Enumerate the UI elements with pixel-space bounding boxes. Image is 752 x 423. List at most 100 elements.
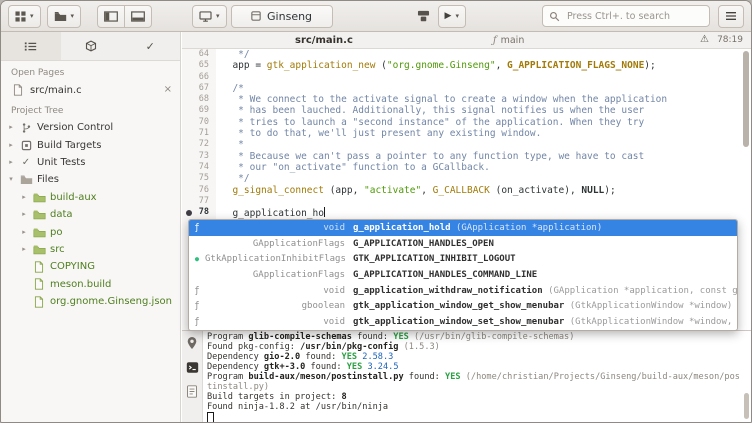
- terminal-tab[interactable]: [186, 361, 199, 374]
- tree-item-meson-build[interactable]: meson.build: [1, 276, 180, 293]
- omnibar-project-button[interactable]: Ginseng: [231, 5, 333, 28]
- tree-item-copying[interactable]: COPYING: [1, 258, 180, 275]
- expander-icon[interactable]: ▸: [7, 124, 15, 131]
- completion-return-type: void: [205, 317, 345, 327]
- tree-item-version-control[interactable]: ▸ Version Control: [1, 119, 180, 136]
- messages-tab[interactable]: [186, 336, 198, 350]
- gnome-builder-window: ▾ ▾ ▾ Ginseng ▶ ▾: [0, 0, 752, 423]
- tree-item-build-targets[interactable]: ▸Build Targets: [1, 136, 180, 153]
- line-number: 77: [182, 196, 216, 207]
- completion-row[interactable]: ƒvoidg_application_withdraw_notification…: [189, 283, 737, 299]
- tree-item-unit-tests[interactable]: ▸✓Unit Tests: [1, 154, 180, 171]
- code-line[interactable]: 74 * our "on_activate" function to a GCa…: [182, 162, 751, 173]
- line-number: 71: [182, 128, 216, 139]
- display-icon: [199, 11, 212, 22]
- text-cursor: [324, 207, 325, 217]
- expander-icon[interactable]: ▸: [20, 194, 28, 201]
- completion-name: G_APPLICATION_HANDLES_OPEN: [353, 239, 494, 249]
- tree-item-label: build-aux: [50, 192, 97, 203]
- search-input[interactable]: [565, 10, 703, 23]
- expander-icon[interactable]: ▸: [20, 229, 28, 236]
- tree-item-org-gnome-ginseng-json[interactable]: org.gnome.Ginseng.json: [1, 293, 180, 310]
- tree-item-po[interactable]: ▸ po: [1, 223, 180, 240]
- code-line[interactable]: 77: [182, 196, 751, 207]
- code-text: * tries to launch a "second instance" of…: [216, 117, 644, 128]
- tree-item-files[interactable]: ▾Files: [1, 171, 180, 188]
- code-line[interactable]: 72 *: [182, 139, 751, 150]
- code-line[interactable]: 75 */: [182, 173, 751, 184]
- code-line[interactable]: 70 * tries to launch a "second instance"…: [182, 117, 751, 128]
- tests-tab[interactable]: ✓: [120, 32, 180, 60]
- line-number: 68: [182, 94, 216, 105]
- tree-item-label: po: [50, 227, 62, 238]
- device-selector-button[interactable]: ▾: [192, 5, 227, 28]
- code-line[interactable]: 68 * We connect to the activate signal t…: [182, 94, 751, 105]
- tree-item-build-aux[interactable]: ▸ build-aux: [1, 189, 180, 206]
- primary-menu-button[interactable]: [718, 5, 744, 28]
- tree-item-src[interactable]: ▸src: [1, 241, 180, 258]
- project-icon: [251, 11, 261, 21]
- completion-row[interactable]: GApplicationFlags G_APPLICATION_HANDLES_O…: [189, 236, 737, 252]
- project-tree-tab[interactable]: [1, 32, 61, 60]
- func-icon: ƒ: [189, 317, 205, 327]
- output-scrollbar[interactable]: [744, 393, 749, 419]
- code-line[interactable]: 78 g_application_ho: [182, 207, 751, 218]
- completion-row[interactable]: ●GtkApplicationInhibitFlagsGTK_APPLICATI…: [189, 251, 737, 267]
- tree-item-label: Version Control: [37, 122, 113, 133]
- completion-return-type: void: [205, 223, 345, 233]
- code-line[interactable]: 65 app = gtk_application_new ("org.gnome…: [182, 60, 751, 71]
- terminal-cursor: [207, 412, 214, 422]
- code-line[interactable]: 73 * Because we can't pass a pointer to …: [182, 151, 751, 162]
- warning-icon[interactable]: ⚠: [700, 35, 709, 45]
- open-document-button[interactable]: ▾: [47, 5, 82, 28]
- code-text: app = gtk_application_new ("org.gnome.Gi…: [216, 60, 656, 71]
- build-button[interactable]: [413, 5, 434, 28]
- code-line[interactable]: 69 * has been lauched. Additionally, thi…: [182, 105, 751, 116]
- build-output[interactable]: Program glib-compile-schemas found: YES …: [203, 331, 751, 422]
- code-line[interactable]: 71 * to do that, we'll just present any …: [182, 128, 751, 139]
- completion-params: (GtkApplicationWindow *window): [564, 301, 732, 311]
- expander-icon[interactable]: ▸: [7, 159, 15, 166]
- code-line[interactable]: 64 */: [182, 49, 751, 60]
- run-button[interactable]: ▶ ▾: [438, 5, 466, 28]
- code-line[interactable]: 67 /*: [182, 83, 751, 94]
- completion-row[interactable]: ƒgbooleangtk_application_window_get_show…: [189, 298, 737, 314]
- file-icon: [32, 278, 46, 290]
- expander-icon[interactable]: ▸: [20, 211, 28, 218]
- search-icon: [549, 11, 560, 22]
- expander-icon[interactable]: ▸: [20, 246, 28, 253]
- completion-row[interactable]: ƒvoidg_application_hold (GApplication *a…: [189, 220, 737, 236]
- completion-params: (GtkApplicationWindow *window, gboolean …: [564, 317, 737, 327]
- symbol-context-button[interactable]: ƒ main: [493, 35, 524, 46]
- folder-green-icon: [32, 209, 46, 220]
- completion-return-type: GApplicationFlags: [205, 239, 345, 249]
- build-log-tab[interactable]: [186, 385, 198, 398]
- completion-row[interactable]: ƒvoidgtk_application_window_set_show_men…: [189, 314, 737, 330]
- enum-icon: ●: [189, 255, 205, 263]
- build-config-tab[interactable]: [61, 32, 121, 60]
- editor-scrollbar[interactable]: [743, 51, 749, 147]
- target-icon: [19, 140, 33, 151]
- line-number: 76: [182, 185, 216, 196]
- surface-switcher-button[interactable]: ▾: [8, 5, 41, 28]
- line-number: 67: [182, 83, 216, 94]
- line-number: 73: [182, 151, 216, 162]
- tree-item-data[interactable]: ▸data: [1, 206, 180, 223]
- toggle-left-panel-button[interactable]: [97, 5, 125, 28]
- completion-row[interactable]: GApplicationFlagsG_APPLICATION_HANDLES_C…: [189, 267, 737, 283]
- toggle-bottom-panel-button[interactable]: [124, 5, 152, 28]
- open-page-item[interactable]: src/main.c ×: [1, 81, 180, 99]
- editor-area: src/main.c ƒ main ⚠ 78:19 64 */65 app = …: [182, 32, 751, 422]
- code-line[interactable]: 76 g_signal_connect (app, "activate", G_…: [182, 185, 751, 196]
- close-icon[interactable]: ×: [164, 85, 172, 95]
- global-search[interactable]: [542, 5, 710, 27]
- expander-icon[interactable]: ▾: [7, 176, 15, 183]
- func-icon: ƒ: [189, 301, 205, 311]
- line-number: 72: [182, 139, 216, 150]
- tree-item-label: Unit Tests: [37, 157, 85, 168]
- line-number: 78: [182, 207, 216, 218]
- expander-icon[interactable]: ▸: [7, 142, 15, 149]
- code-text: * to do that, we'll just present any exi…: [216, 128, 541, 139]
- file-title[interactable]: src/main.c: [295, 35, 353, 46]
- code-line[interactable]: 66: [182, 72, 751, 83]
